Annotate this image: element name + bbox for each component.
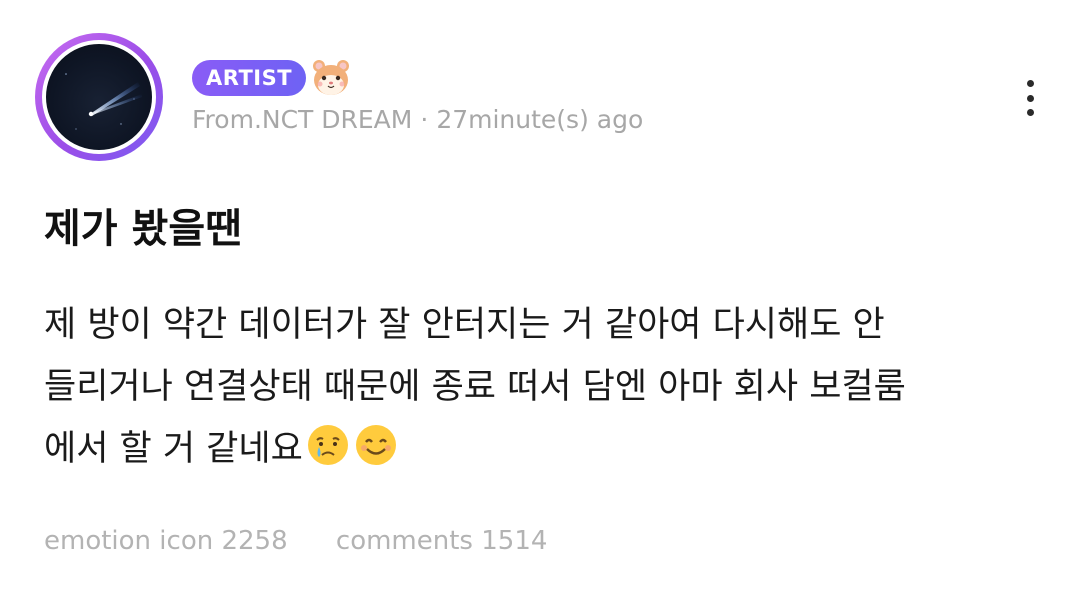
post-timestamp: 27minute(s) ago	[436, 105, 644, 134]
comments-label: comments	[335, 526, 473, 556]
post-body: 제 방이 약간 데이터가 잘 안터지는 거 같아여 다시해도 안 들리거나 연결…	[44, 294, 1044, 480]
post-footer: emotion icon 2258 comments 1514	[44, 526, 547, 556]
smiling-face-icon	[355, 425, 396, 465]
shooting-star-image	[65, 73, 142, 130]
emotion-count: 2258	[221, 526, 288, 556]
emotion-label: emotion icon	[44, 526, 214, 556]
post-body-line-text: 에서 할 거 같네요	[44, 429, 303, 469]
comments-count: 1514	[481, 526, 548, 556]
post-body-line: 제 방이 약간 데이터가 잘 안터지는 거 같아여 다시해도 안	[44, 305, 885, 345]
crying-face-icon	[307, 425, 348, 465]
post-body-line: 들리거나 연결상태 때문에 종료 떠서 담엔 아마 회사 보컬룸	[44, 367, 906, 407]
more-vertical-icon[interactable]	[1012, 78, 1048, 118]
more-dot	[1026, 94, 1034, 102]
more-dot	[1026, 109, 1034, 116]
post-body-line-last: 에서 할 거 같네요	[44, 418, 1044, 480]
more-dot	[1026, 80, 1034, 87]
emotion-stat[interactable]: emotion icon 2258	[44, 526, 288, 556]
author-name[interactable]: NCT DREAM	[262, 105, 412, 134]
avatar-image	[42, 40, 156, 154]
comments-stat[interactable]: comments 1514	[336, 526, 548, 556]
artist-badge: ARTIST	[192, 60, 307, 96]
author-prefix: From.	[192, 105, 262, 134]
meta-separator: ·	[420, 105, 429, 134]
post-title: 제가 봤을땐	[44, 206, 242, 252]
avatar[interactable]	[35, 33, 163, 161]
post-card: ARTIST From.NCT DREAM · 27minute(s) ago 제가…	[0, 0, 1080, 594]
hamster-face-icon	[313, 60, 349, 95]
post-meta: From.NCT DREAM · 27minute(s) ago	[192, 105, 643, 134]
